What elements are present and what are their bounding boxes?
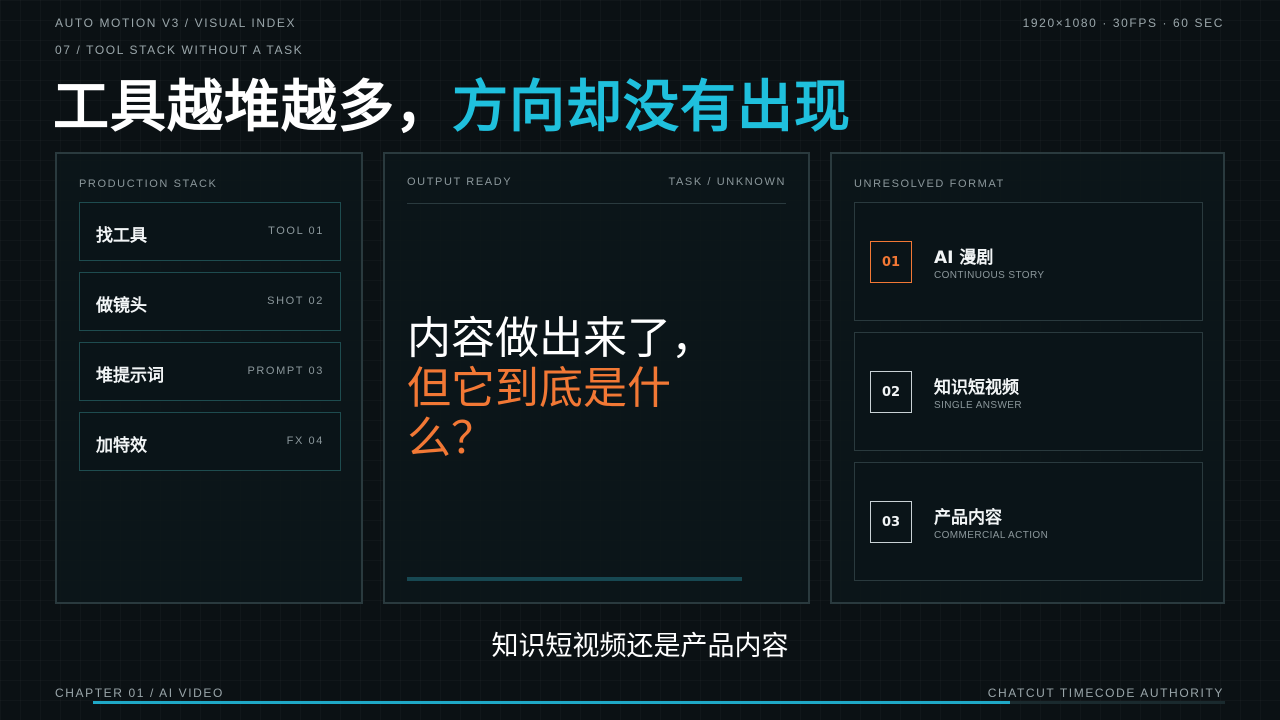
spec-label: 1920×1080 · 30FPS · 60 SEC	[1022, 16, 1224, 30]
stack-item-tag: TOOL 01	[268, 225, 324, 237]
stack-item-label: 堆提示词	[96, 366, 164, 386]
task-unknown-label: TASK / UNKNOWN	[668, 176, 786, 188]
format-title: AI 漫剧	[934, 248, 994, 268]
stack-item-fx[interactable]: 加特效 FX 04	[79, 412, 341, 471]
format-number-badge: 02	[870, 371, 912, 413]
divider	[407, 203, 786, 204]
headline: 工具越堆越多，方向却没有出现	[53, 62, 851, 143]
format-number-badge: 03	[870, 501, 912, 543]
production-stack-label: PRODUCTION STACK	[79, 178, 218, 190]
format-number-badge: 01	[870, 241, 912, 283]
unresolved-format-panel: UNRESOLVED FORMAT 01 AI 漫剧 CONTINUOUS ST…	[830, 152, 1225, 604]
unresolved-format-label: UNRESOLVED FORMAT	[854, 178, 1005, 190]
format-subtitle: CONTINUOUS STORY	[934, 270, 1045, 281]
format-card-product[interactable]: 03 产品内容 COMMERCIAL ACTION	[854, 462, 1203, 581]
stack-item-label: 加特效	[96, 436, 147, 456]
stack-item-label: 找工具	[96, 226, 147, 246]
output-question: 内容做出来了， 但它到底是什么？	[407, 314, 727, 464]
stack-item-label: 做镜头	[96, 296, 147, 316]
output-line-2: 但它到底是什么？	[407, 363, 671, 464]
stack-item-tag: SHOT 02	[267, 295, 324, 307]
format-title: 产品内容	[934, 508, 1002, 528]
stack-item-tag: FX 04	[286, 435, 324, 447]
output-ready-label: OUTPUT READY	[407, 176, 513, 188]
timeline-progress[interactable]	[93, 701, 1225, 704]
production-stack-panel: PRODUCTION STACK 找工具 TOOL 01 做镜头 SHOT 02…	[55, 152, 363, 604]
format-title: 知识短视频	[934, 378, 1019, 398]
timeline-progress-fill	[93, 701, 1010, 704]
output-panel: OUTPUT READY TASK / UNKNOWN 内容做出来了， 但它到底…	[383, 152, 810, 604]
output-line-1: 内容做出来了，	[407, 313, 715, 364]
headline-accent: 方向却没有出现	[452, 75, 851, 140]
stack-item-shot[interactable]: 做镜头 SHOT 02	[79, 272, 341, 331]
authority-label: CHATCUT TIMECODE AUTHORITY	[987, 686, 1224, 700]
chapter-label: CHAPTER 01 / AI VIDEO	[55, 686, 224, 700]
caption-subtitle: 知识短视频还是产品内容	[491, 631, 789, 662]
format-card-comic[interactable]: 01 AI 漫剧 CONTINUOUS STORY	[854, 202, 1203, 321]
output-bar	[407, 577, 742, 581]
stack-item-tag: PROMPT 03	[247, 365, 324, 377]
format-subtitle: SINGLE ANSWER	[934, 400, 1022, 411]
brand-label: AUTO MOTION V3 / VISUAL INDEX	[55, 16, 297, 30]
section-label: 07 / TOOL STACK WITHOUT A TASK	[55, 43, 304, 57]
headline-white: 工具越堆越多，	[53, 75, 452, 140]
stack-item-prompt[interactable]: 堆提示词 PROMPT 03	[79, 342, 341, 401]
format-subtitle: COMMERCIAL ACTION	[934, 530, 1049, 541]
stack-item-tool[interactable]: 找工具 TOOL 01	[79, 202, 341, 261]
format-card-knowledge[interactable]: 02 知识短视频 SINGLE ANSWER	[854, 332, 1203, 451]
